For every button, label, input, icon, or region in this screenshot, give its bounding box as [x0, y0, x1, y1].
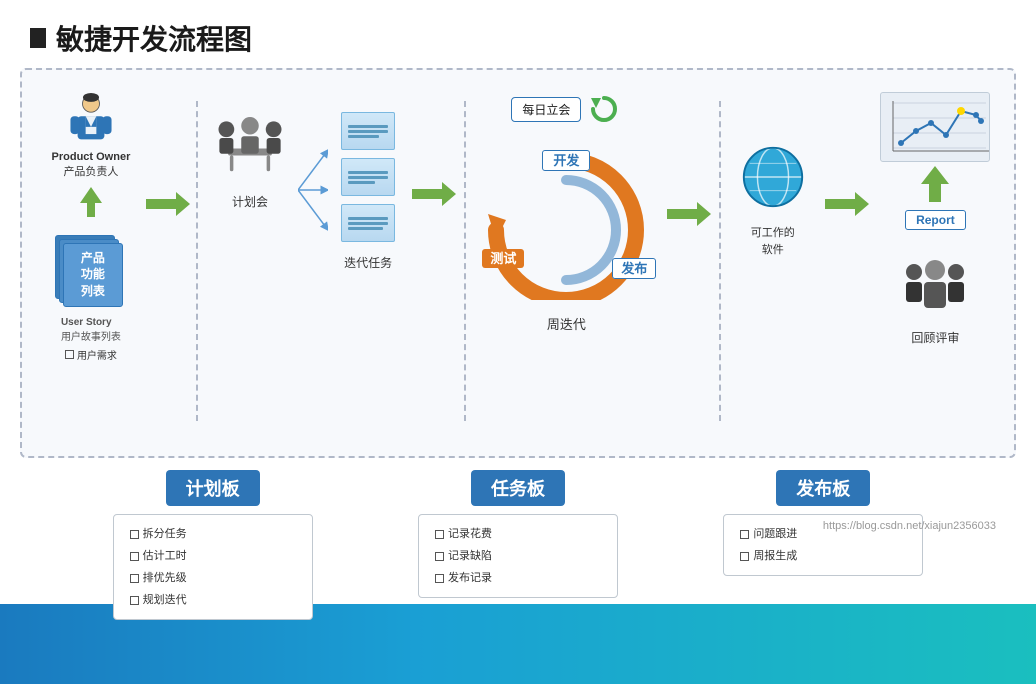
vsep-3 — [719, 101, 721, 421]
board2-item-1: 记录花费 — [435, 523, 601, 545]
meeting-people-icon — [210, 110, 290, 185]
checkbox-demand — [65, 350, 74, 359]
board3-title: 发布板 — [776, 470, 870, 506]
flow-row: Product Owner 产品负责人 产品 功能 列表 — [38, 82, 998, 440]
flow-container: Product Owner 产品负责人 产品 功能 列表 — [20, 68, 1016, 458]
boards-section: 计划板 拆分任务 估计工时 排优先级 规划迭代 任务板 — [20, 470, 1016, 620]
col-software: 可工作的 软件 — [725, 82, 821, 258]
arrow-right-3 — [667, 202, 711, 226]
col-meeting: 计划会 — [202, 82, 298, 210]
cb-2-2 — [435, 552, 444, 561]
user-story-label: User Story 用户故事列表 — [61, 317, 121, 343]
cb-3-2 — [740, 552, 749, 561]
col-product-owner: Product Owner 产品负责人 产品 功能 列表 — [38, 82, 144, 362]
tasks-connector-area: 迭代任务 — [298, 112, 408, 271]
report-chart — [880, 92, 990, 162]
software-label: 可工作的 软件 — [751, 225, 795, 258]
vsep-2 — [464, 101, 466, 421]
cb-1-4 — [130, 596, 139, 605]
task-item-3 — [341, 204, 395, 242]
product-stack: 产品 功能 列表 — [55, 235, 127, 307]
board2-title: 任务板 — [471, 470, 565, 506]
main-area: Product Owner 产品负责人 产品 功能 列表 — [20, 68, 1016, 620]
cb-3-1 — [740, 530, 749, 539]
board2-item-3: 发布记录 — [435, 567, 601, 589]
cb-1-2 — [130, 552, 139, 561]
meeting-label: 计划会 — [232, 193, 268, 210]
sprint-test-label: 测试 — [482, 248, 524, 268]
report-label: Report — [905, 210, 966, 230]
board1-item-2: 估计工时 — [130, 545, 296, 567]
standup-box: 每日立会 — [511, 97, 581, 122]
globe-icon — [738, 142, 808, 217]
board-jihua: 计划板 拆分任务 估计工时 排优先级 规划迭代 — [103, 470, 323, 620]
title-text: 敏捷开发流程图 — [56, 18, 252, 58]
board3-item-2: 周报生成 — [740, 545, 906, 567]
board2-content: 记录花费 记录缺陷 发布记录 — [418, 514, 618, 598]
down-arrow-1 — [80, 187, 102, 217]
po-label: Product Owner 产品负责人 — [52, 150, 131, 181]
review-people-icon — [900, 242, 970, 323]
page-title: 敏捷开发流程图 — [0, 0, 1036, 68]
arrow-right-2 — [412, 182, 456, 206]
vsep-1 — [196, 101, 198, 421]
sprint-release-label: 发布 — [612, 258, 656, 278]
watermark: https://blog.csdn.net/xiajun2356033 — [823, 520, 996, 532]
board1-item-1: 拆分任务 — [130, 523, 296, 545]
cb-1-1 — [130, 530, 139, 539]
cb-1-3 — [130, 574, 139, 583]
sprint-cycle: 开发 测试 发布 — [476, 140, 656, 310]
person-icon — [63, 90, 119, 146]
arrow-right-1 — [146, 192, 190, 216]
title-square — [30, 28, 46, 48]
board1-title: 计划板 — [166, 470, 260, 506]
task-list — [341, 112, 395, 242]
cb-2-1 — [435, 530, 444, 539]
user-demand-label: 用户需求 — [65, 347, 117, 362]
cb-2-3 — [435, 574, 444, 583]
sprint-dev-label: 开发 — [542, 150, 590, 170]
board1-content: 拆分任务 估计工时 排优先级 规划迭代 — [113, 514, 313, 620]
col-sprint: 每日立会 — [470, 82, 663, 333]
task-item-2 — [341, 158, 395, 196]
board-renwu: 任务板 记录花费 记录缺陷 发布记录 — [408, 470, 628, 620]
arrow-right-4 — [825, 192, 869, 216]
board1-item-4: 规划迭代 — [130, 589, 296, 611]
board-fabu: 发布板 问题跟进 周报生成 — [713, 470, 933, 620]
daily-standup: 每日立会 — [511, 92, 621, 126]
review-label: 回顾评审 — [911, 329, 959, 346]
up-arrow-report — [921, 164, 949, 204]
tasks-label: 迭代任务 — [344, 254, 392, 271]
task-item-1 — [341, 112, 395, 150]
board2-item-2: 记录缺陷 — [435, 545, 601, 567]
col-review: Report 回顾评审 — [873, 82, 998, 346]
sprint-label: 周迭代 — [547, 314, 586, 333]
stack-card-front: 产品 功能 列表 — [63, 243, 123, 307]
board1-item-3: 排优先级 — [130, 567, 296, 589]
col-tasks: 迭代任务 — [328, 112, 408, 271]
